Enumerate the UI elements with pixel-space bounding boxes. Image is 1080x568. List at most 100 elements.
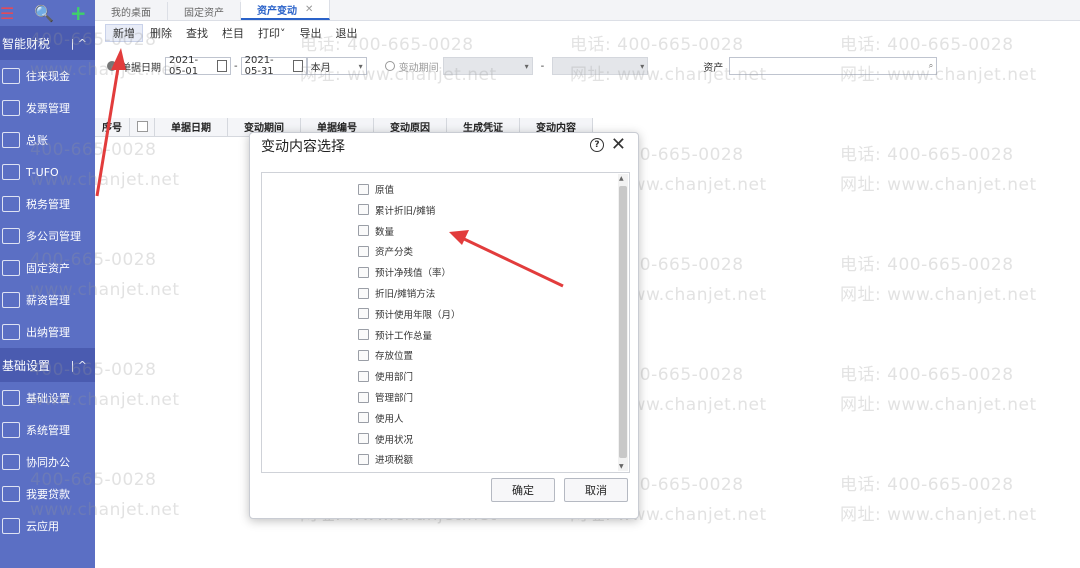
doc-date-radio[interactable] xyxy=(107,61,117,71)
sidebar-item-label: 我要贷款 xyxy=(26,488,70,501)
option-checkbox[interactable] xyxy=(358,245,369,257)
watermark-site: 网址: www.chanjet.net xyxy=(840,285,1037,305)
scroll-thumb[interactable] xyxy=(619,186,627,458)
sidebar-item[interactable]: 协同办公 xyxy=(0,446,95,478)
option-checkbox[interactable] xyxy=(358,183,369,195)
calendar-icon[interactable] xyxy=(292,60,303,72)
sidebar-item[interactable]: 税务管理 xyxy=(0,188,95,220)
sidebar-item[interactable]: 往来现金 xyxy=(0,60,95,92)
scroll-down-icon[interactable]: ▼ xyxy=(619,463,624,470)
option-label: 预计使用年限（月） xyxy=(375,309,461,321)
option-item[interactable]: 使用状况 xyxy=(358,431,413,447)
option-checkbox[interactable] xyxy=(358,433,369,445)
select-all-cell[interactable] xyxy=(130,117,155,137)
menu-icon[interactable]: ☰ xyxy=(0,4,18,23)
option-checkbox[interactable] xyxy=(358,225,369,237)
sidebar-item[interactable]: 固定资产 xyxy=(0,252,95,284)
scrollbar[interactable]: ▲ ▼ xyxy=(618,174,628,471)
option-item[interactable]: 使用人 xyxy=(358,410,404,426)
option-item[interactable]: 使用部门 xyxy=(358,368,413,384)
option-checkbox[interactable] xyxy=(358,453,369,465)
sidebar-item[interactable]: 系统管理 xyxy=(0,414,95,446)
option-checkbox[interactable] xyxy=(358,308,369,320)
print-button[interactable]: 打印˅ xyxy=(251,25,293,41)
delete-button[interactable]: 删除 xyxy=(143,25,179,41)
columns-button[interactable]: 栏目 xyxy=(215,25,251,41)
option-checkbox[interactable] xyxy=(358,329,369,341)
date-to-value: 2021-05-31 xyxy=(244,55,274,77)
asset-search-field[interactable]: ⌕ xyxy=(729,57,938,75)
export-button[interactable]: 导出 xyxy=(293,25,329,41)
col-doc-date[interactable]: 单据日期 xyxy=(155,117,228,137)
date-from-field[interactable]: 2021-05-01 xyxy=(165,55,231,77)
calendar-icon[interactable] xyxy=(217,60,227,72)
tab-fixed-assets[interactable]: 固定资产 xyxy=(168,2,241,20)
ok-button[interactable]: 确定 xyxy=(491,478,555,502)
watermark-phone: 电话: 400-665-0028 xyxy=(840,145,1014,165)
sidebar-item[interactable]: 我要贷款 xyxy=(0,478,95,510)
option-checkbox[interactable] xyxy=(358,370,369,382)
select-all-checkbox[interactable] xyxy=(136,121,148,132)
option-checkbox[interactable] xyxy=(358,266,369,278)
option-item[interactable]: 管理部门 xyxy=(358,389,413,405)
option-label: 原值 xyxy=(375,185,395,196)
option-item[interactable]: 原值 xyxy=(358,181,394,197)
search-icon[interactable]: 🔍 xyxy=(34,4,54,23)
cancel-button[interactable]: 取消 xyxy=(564,478,628,502)
watermark-site: 网址: www.chanjet.net xyxy=(840,395,1037,415)
col-seq[interactable]: 序号 xyxy=(95,117,130,137)
tab-label: 我的桌面 xyxy=(111,7,151,19)
period-select[interactable]: 本月 ▾ xyxy=(306,57,367,75)
option-item[interactable]: 资产分类 xyxy=(358,243,413,259)
option-label: 存放位置 xyxy=(375,351,414,363)
sidebar-item[interactable]: T-UFO xyxy=(0,156,95,188)
date-to-field[interactable]: 2021-05-31 xyxy=(240,55,307,77)
option-checkbox[interactable] xyxy=(358,412,369,424)
sidebar-item[interactable]: 总账 xyxy=(0,124,95,156)
tab-bar: 我的桌面 固定资产 资产变动 ✕ xyxy=(95,0,1080,21)
help-icon[interactable]: ? xyxy=(590,138,604,152)
tab-asset-change[interactable]: 资产变动 ✕ xyxy=(241,0,331,20)
exit-button[interactable]: 退出 xyxy=(329,25,365,41)
option-item[interactable]: 累计折旧/摊销 xyxy=(358,202,435,218)
find-button[interactable]: 查找 xyxy=(179,25,215,41)
option-item[interactable]: 进项税额 xyxy=(358,451,413,467)
option-label: 使用人 xyxy=(375,413,404,425)
option-item[interactable]: 折旧/摊销方法 xyxy=(358,285,435,301)
tab-label: 资产变动 xyxy=(257,5,297,17)
option-checkbox[interactable] xyxy=(358,287,369,299)
add-button[interactable]: 新增 xyxy=(105,24,143,42)
option-checkbox[interactable] xyxy=(358,349,369,361)
module-icon xyxy=(2,196,20,212)
option-checkbox[interactable] xyxy=(358,204,369,216)
module-icon xyxy=(2,260,20,276)
scroll-up-icon[interactable]: ▲ xyxy=(619,175,624,182)
option-checkbox[interactable] xyxy=(358,391,369,403)
tab-my-desktop[interactable]: 我的桌面 xyxy=(95,2,168,20)
option-item[interactable]: 存放位置 xyxy=(358,347,413,363)
filter-bar: 单据日期 2021-05-01 - 2021-05-31 本月 ▾ 变动期间 ▾ … xyxy=(95,54,1080,78)
sidebar-item[interactable]: 基础设置 xyxy=(0,382,95,414)
sidebar-group-basic-settings[interactable]: 基础设置 | ^ xyxy=(0,348,95,382)
chevron-down-icon: ˅ xyxy=(280,27,286,40)
sidebar-item[interactable]: 薪资管理 xyxy=(0,284,95,316)
sidebar-item[interactable]: 云应用 xyxy=(0,510,95,542)
sidebar-item[interactable]: 多公司管理 xyxy=(0,220,95,252)
close-tab-icon[interactable]: ✕ xyxy=(305,4,313,15)
add-icon[interactable]: + xyxy=(70,1,87,25)
sidebar-item-label: 基础设置 xyxy=(26,392,70,405)
watermark-phone: 电话: 400-665-0028 xyxy=(840,255,1014,275)
option-item[interactable]: 预计净残值（率） xyxy=(358,264,451,280)
option-item[interactable]: 预计使用年限（月） xyxy=(358,306,461,322)
option-item[interactable]: 数量 xyxy=(358,223,394,239)
close-icon[interactable]: ✕ xyxy=(611,134,626,155)
sidebar-item[interactable]: 发票管理 xyxy=(0,92,95,124)
sidebar-item[interactable]: 出纳管理 xyxy=(0,316,95,348)
option-item[interactable]: 预计工作总量 xyxy=(358,327,432,343)
search-icon[interactable]: ⌕ xyxy=(929,61,933,71)
sidebar-group-smart-tax[interactable]: 智能财税 | ^ xyxy=(0,26,95,60)
watermark-site: 网址: www.chanjet.net xyxy=(840,505,1037,525)
module-icon xyxy=(2,390,20,406)
change-period-radio[interactable] xyxy=(384,61,395,71)
module-icon xyxy=(2,422,20,438)
